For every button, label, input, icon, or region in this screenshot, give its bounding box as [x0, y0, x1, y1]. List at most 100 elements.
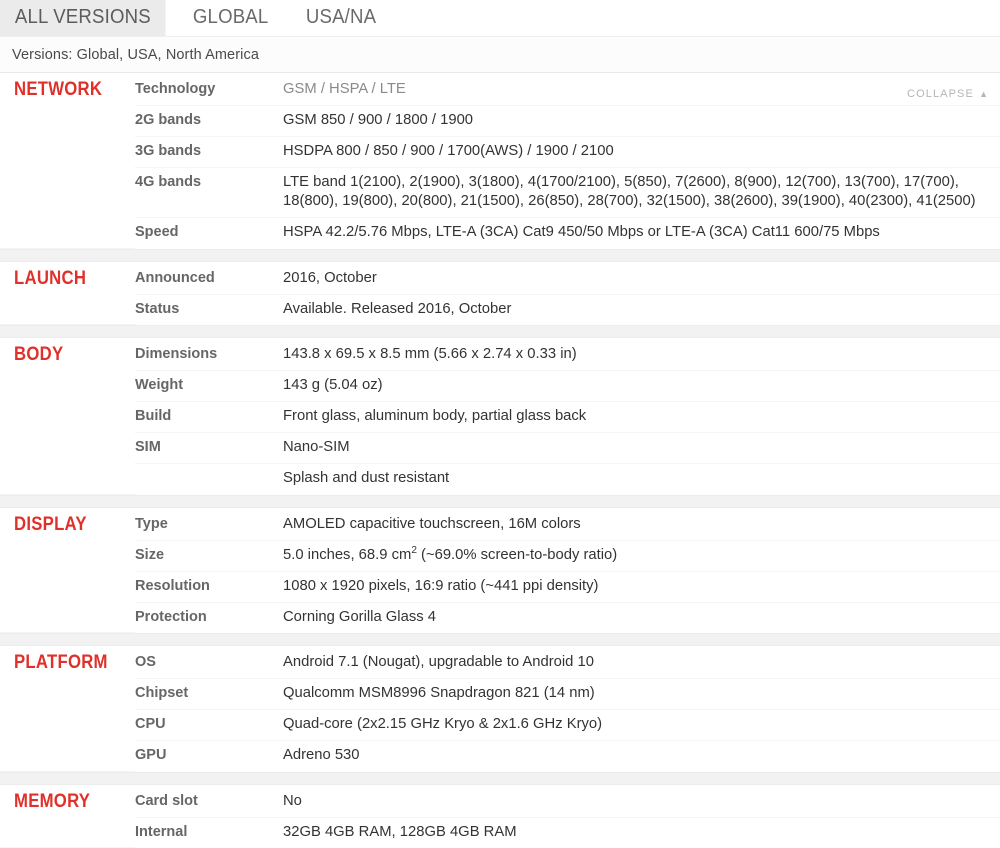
spec-row: SIMNano-SIM	[0, 433, 1000, 464]
spec-row: BuildFront glass, aluminum body, partial…	[0, 402, 1000, 433]
tab-global[interactable]: GLOBAL	[178, 0, 283, 36]
spec-row-value: GSM / HSPA / LTE	[283, 73, 838, 106]
spec-row-value: GSM 850 / 900 / 1800 / 1900	[283, 106, 1000, 137]
spec-row: NETWORK TechnologyGSM / HSPA / LTE COLLAPS…	[0, 73, 1000, 106]
section-label-cell: LAUNCH	[0, 262, 135, 325]
section-label-cell: PLATFORM	[0, 646, 135, 771]
collapse-button[interactable]: COLLAPSE ▲	[907, 80, 988, 100]
spec-row-value: 143.8 x 69.5 x 8.5 mm (5.66 x 2.74 x 0.3…	[283, 338, 1000, 371]
spec-row-title: Card slot	[135, 785, 283, 818]
spec-row-value: Quad-core (2x2.15 GHz Kryo & 2x1.6 GHz K…	[283, 710, 1000, 741]
spec-row: Weight143 g (5.04 oz)	[0, 371, 1000, 402]
spec-row: MEMORY Card slotNo	[0, 785, 1000, 818]
collapse-cell: COLLAPSE ▲	[838, 73, 1000, 106]
spec-row-title: GPU	[135, 741, 283, 772]
spec-row: Size5.0 inches, 68.9 cm2 (~69.0% screen-…	[0, 540, 1000, 571]
section-divider	[0, 249, 1000, 262]
spec-row-title: Type	[135, 508, 283, 541]
spec-row-title: Status	[135, 294, 283, 325]
section-label: NETWORK	[14, 80, 120, 100]
versions-subheader: Versions: Global, USA, North America	[0, 36, 1000, 73]
spec-row-title: SIM	[135, 433, 283, 464]
spec-row: 3G bandsHSDPA 800 / 850 / 900 / 1700(AWS…	[0, 137, 1000, 168]
spec-row: StatusAvailable. Released 2016, October	[0, 294, 1000, 325]
spec-row-value: HSDPA 800 / 850 / 900 / 1700(AWS) / 1900…	[283, 137, 1000, 168]
section-divider	[0, 495, 1000, 508]
tab-usa-na[interactable]: USA/NA	[291, 0, 391, 36]
spec-row-title: Speed	[135, 218, 283, 249]
section-divider	[0, 633, 1000, 646]
section-label-cell: NETWORK	[0, 73, 135, 248]
spec-row-value: AMOLED capacitive touchscreen, 16M color…	[283, 508, 1000, 541]
spec-row-value: 5.0 inches, 68.9 cm2 (~69.0% screen-to-b…	[283, 540, 1000, 571]
section-divider	[0, 325, 1000, 338]
spec-row-value: 32GB 4GB RAM, 128GB 4GB RAM	[283, 817, 1000, 848]
section-divider	[0, 772, 1000, 785]
spec-row-value: Android 7.1 (Nougat), upgradable to Andr…	[283, 646, 1000, 679]
spec-row-title: 4G bands	[135, 168, 283, 218]
section-memory: MEMORY Card slotNoInternal32GB 4GB RAM, 1…	[0, 785, 1000, 848]
spec-row-value: Available. Released 2016, October	[283, 294, 1000, 325]
spec-row-title: Announced	[135, 262, 283, 295]
spec-row-title: Size	[135, 540, 283, 571]
section-body: BODY Dimensions143.8 x 69.5 x 8.5 mm (5.6…	[0, 338, 1000, 495]
spec-row-title: 3G bands	[135, 137, 283, 168]
section-platform: PLATFORM OSAndroid 7.1 (Nougat), upgradab…	[0, 646, 1000, 772]
spec-row-value: No	[283, 785, 1000, 818]
spec-row-value: Adreno 530	[283, 741, 1000, 772]
spec-row-title: Weight	[135, 371, 283, 402]
section-label-cell: BODY	[0, 338, 135, 494]
section-label-cell: MEMORY	[0, 785, 135, 848]
spec-row: DISPLAY TypeAMOLED capacitive touchscreen…	[0, 508, 1000, 541]
spec-row: 2G bandsGSM 850 / 900 / 1800 / 1900	[0, 106, 1000, 137]
spec-row-title	[135, 464, 283, 495]
spec-row-title: Internal	[135, 817, 283, 848]
spec-row-value: 1080 x 1920 pixels, 16:9 ratio (~441 ppi…	[283, 571, 1000, 602]
spec-row-title: Build	[135, 402, 283, 433]
spec-row-value: Splash and dust resistant	[283, 464, 1000, 495]
caret-up-icon: ▲	[978, 89, 988, 99]
spec-row-value: 2016, October	[283, 262, 1000, 295]
section-label: LAUNCH	[14, 269, 120, 289]
spec-row: Splash and dust resistant	[0, 464, 1000, 495]
section-label: DISPLAY	[14, 515, 120, 535]
spec-row-title: 2G bands	[135, 106, 283, 137]
spec-row-value: Corning Gorilla Glass 4	[283, 602, 1000, 633]
version-tab-bar: ALL VERSIONS GLOBALUSA/NA	[0, 0, 1000, 36]
versions-text: Versions: Global, USA, North America	[0, 47, 259, 63]
spec-row-value: HSPA 42.2/5.76 Mbps, LTE-A (3CA) Cat9 45…	[283, 218, 1000, 249]
spec-row: CPUQuad-core (2x2.15 GHz Kryo & 2x1.6 GH…	[0, 710, 1000, 741]
section-label: PLATFORM	[14, 653, 120, 673]
spec-row: BODY Dimensions143.8 x 69.5 x 8.5 mm (5.6…	[0, 338, 1000, 371]
spec-row-title: Resolution	[135, 571, 283, 602]
spec-row-title: Dimensions	[135, 338, 283, 371]
spec-row: 4G bandsLTE band 1(2100), 2(1900), 3(180…	[0, 168, 1000, 218]
tab-all-versions[interactable]: ALL VERSIONS	[0, 0, 166, 36]
spec-row-title: Protection	[135, 602, 283, 633]
spec-row: GPUAdreno 530	[0, 741, 1000, 772]
spec-row: ProtectionCorning Gorilla Glass 4	[0, 602, 1000, 633]
spec-row-title: Technology	[135, 73, 283, 106]
spec-row: Internal32GB 4GB RAM, 128GB 4GB RAM	[0, 817, 1000, 848]
collapse-label: COLLAPSE	[907, 88, 974, 100]
section-display: DISPLAY TypeAMOLED capacitive touchscreen…	[0, 508, 1000, 634]
section-label-cell: DISPLAY	[0, 508, 135, 633]
section-network: NETWORK TechnologyGSM / HSPA / LTE COLLAPS…	[0, 73, 1000, 249]
spec-row-title: Chipset	[135, 679, 283, 710]
spec-sections: NETWORK TechnologyGSM / HSPA / LTE COLLAPS…	[0, 73, 1000, 848]
spec-row-value: Qualcomm MSM8996 Snapdragon 821 (14 nm)	[283, 679, 1000, 710]
spec-row-title: OS	[135, 646, 283, 679]
spec-row-value: LTE band 1(2100), 2(1900), 3(1800), 4(17…	[283, 168, 1000, 218]
section-label: MEMORY	[14, 792, 120, 812]
spec-row: PLATFORM OSAndroid 7.1 (Nougat), upgradab…	[0, 646, 1000, 679]
spec-row-value: Front glass, aluminum body, partial glas…	[283, 402, 1000, 433]
spec-row: ChipsetQualcomm MSM8996 Snapdragon 821 (…	[0, 679, 1000, 710]
spec-row: LAUNCH Announced2016, October	[0, 262, 1000, 295]
spec-row: Resolution1080 x 1920 pixels, 16:9 ratio…	[0, 571, 1000, 602]
spec-row-value: Nano-SIM	[283, 433, 1000, 464]
spec-row-value: 143 g (5.04 oz)	[283, 371, 1000, 402]
section-label: BODY	[14, 345, 120, 365]
spec-row-title: CPU	[135, 710, 283, 741]
section-launch: LAUNCH Announced2016, OctoberStatusAvaila…	[0, 262, 1000, 326]
spec-row: SpeedHSPA 42.2/5.76 Mbps, LTE-A (3CA) Ca…	[0, 218, 1000, 249]
